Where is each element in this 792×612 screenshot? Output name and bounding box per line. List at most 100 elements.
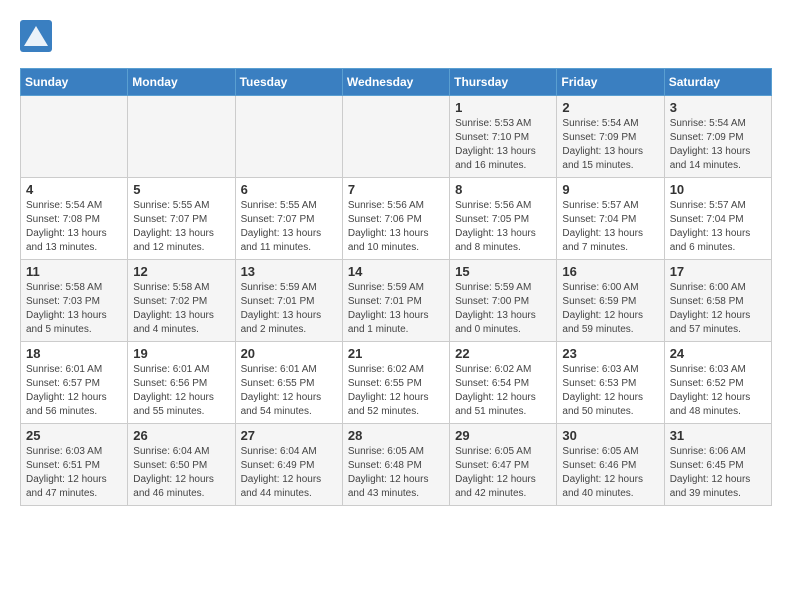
day-number: 18: [26, 346, 122, 361]
calendar-week-row: 25 Sunrise: 6:03 AM Sunset: 6:51 PM Dayli…: [21, 424, 772, 506]
calendar-cell: 27Sunrise: 6:04 AM Sunset: 6:49 PM Dayli…: [235, 424, 342, 506]
day-info: Sunrise: 6:06 AM Sunset: 6:45 PM Dayligh…: [670, 445, 766, 501]
day-info: Sunrise: 6:04 AM Sunset: 6:50 PM Dayligh…: [133, 445, 229, 501]
day-number: 16: [562, 264, 658, 279]
day-number: 3: [670, 100, 766, 115]
day-number: 22: [455, 346, 551, 361]
calendar-table: SundayMondayTuesdayWednesdayThursdayFrid…: [20, 68, 772, 506]
calendar-cell: 16Sunrise: 6:00 AM Sunset: 6:59 PM Dayli…: [557, 260, 664, 342]
day-number: 11: [26, 264, 122, 279]
column-header-wednesday: Wednesday: [342, 69, 449, 96]
day-number: 31: [670, 428, 766, 443]
day-number: 2: [562, 100, 658, 115]
day-number: 30: [562, 428, 658, 443]
column-header-tuesday: Tuesday: [235, 69, 342, 96]
day-number: 7: [348, 182, 444, 197]
calendar-header-row: SundayMondayTuesdayWednesdayThursdayFrid…: [21, 69, 772, 96]
day-number: 5: [133, 182, 229, 197]
calendar-cell: 14 Sunrise: 5:59 AM Sunset: 7:01 PM Dayli…: [342, 260, 449, 342]
calendar-cell: 21 Sunrise: 6:02 AM Sunset: 6:55 PM Dayli…: [342, 342, 449, 424]
day-info: Sunrise: 5:58 AM Sunset: 7:03 PM Dayligh…: [26, 281, 122, 337]
calendar-cell: [21, 96, 128, 178]
day-info: Sunrise: 5:56 AM Sunset: 7:05 PM Dayligh…: [455, 199, 551, 255]
day-number: 28: [348, 428, 444, 443]
calendar-cell: [128, 96, 235, 178]
day-info: Sunrise: 5:54 AM Sunset: 7:09 PM Dayligh…: [670, 117, 766, 173]
column-header-friday: Friday: [557, 69, 664, 96]
day-number: 21: [348, 346, 444, 361]
calendar-cell: 13Sunrise: 5:59 AM Sunset: 7:01 PM Dayli…: [235, 260, 342, 342]
calendar-cell: 5 Sunrise: 5:55 AM Sunset: 7:07 PM Daylig…: [128, 178, 235, 260]
calendar-cell: [342, 96, 449, 178]
day-number: 20: [241, 346, 337, 361]
day-info: Sunrise: 6:01 AM Sunset: 6:57 PM Dayligh…: [26, 363, 122, 419]
logo-icon: [20, 20, 52, 52]
day-info: Sunrise: 6:05 AM Sunset: 6:46 PM Dayligh…: [562, 445, 658, 501]
day-info: Sunrise: 5:54 AM Sunset: 7:08 PM Dayligh…: [26, 199, 122, 255]
day-number: 10: [670, 182, 766, 197]
calendar-cell: 8 Sunrise: 5:56 AM Sunset: 7:05 PM Daylig…: [450, 178, 557, 260]
calendar-cell: 29 Sunrise: 6:05 AM Sunset: 6:47 PM Dayli…: [450, 424, 557, 506]
calendar-cell: 26Sunrise: 6:04 AM Sunset: 6:50 PM Dayli…: [128, 424, 235, 506]
calendar-week-row: 4 Sunrise: 5:54 AM Sunset: 7:08 PM Daylig…: [21, 178, 772, 260]
day-info: Sunrise: 6:01 AM Sunset: 6:55 PM Dayligh…: [241, 363, 337, 419]
day-number: 29: [455, 428, 551, 443]
day-info: Sunrise: 5:58 AM Sunset: 7:02 PM Dayligh…: [133, 281, 229, 337]
calendar-cell: 12Sunrise: 5:58 AM Sunset: 7:02 PM Dayli…: [128, 260, 235, 342]
day-number: 4: [26, 182, 122, 197]
calendar-cell: 11 Sunrise: 5:58 AM Sunset: 7:03 PM Dayli…: [21, 260, 128, 342]
calendar-cell: 23 Sunrise: 6:03 AM Sunset: 6:53 PM Dayli…: [557, 342, 664, 424]
day-number: 8: [455, 182, 551, 197]
logo: [20, 20, 56, 52]
calendar-week-row: 1 Sunrise: 5:53 AM Sunset: 7:10 PM Daylig…: [21, 96, 772, 178]
calendar-cell: 9 Sunrise: 5:57 AM Sunset: 7:04 PM Daylig…: [557, 178, 664, 260]
day-info: Sunrise: 6:02 AM Sunset: 6:54 PM Dayligh…: [455, 363, 551, 419]
calendar-cell: 19Sunrise: 6:01 AM Sunset: 6:56 PM Dayli…: [128, 342, 235, 424]
day-info: Sunrise: 6:01 AM Sunset: 6:56 PM Dayligh…: [133, 363, 229, 419]
calendar-cell: [235, 96, 342, 178]
calendar-cell: 17Sunrise: 6:00 AM Sunset: 6:58 PM Dayli…: [664, 260, 771, 342]
day-number: 1: [455, 100, 551, 115]
day-info: Sunrise: 5:55 AM Sunset: 7:07 PM Dayligh…: [241, 199, 337, 255]
day-info: Sunrise: 6:03 AM Sunset: 6:52 PM Dayligh…: [670, 363, 766, 419]
day-info: Sunrise: 6:00 AM Sunset: 6:58 PM Dayligh…: [670, 281, 766, 337]
page-header: [20, 20, 772, 52]
calendar-cell: 7 Sunrise: 5:56 AM Sunset: 7:06 PM Daylig…: [342, 178, 449, 260]
day-info: Sunrise: 5:55 AM Sunset: 7:07 PM Dayligh…: [133, 199, 229, 255]
calendar-cell: 2 Sunrise: 5:54 AM Sunset: 7:09 PM Daylig…: [557, 96, 664, 178]
calendar-cell: 20 Sunrise: 6:01 AM Sunset: 6:55 PM Dayli…: [235, 342, 342, 424]
day-number: 24: [670, 346, 766, 361]
day-number: 9: [562, 182, 658, 197]
day-info: Sunrise: 5:59 AM Sunset: 7:01 PM Dayligh…: [241, 281, 337, 337]
calendar-cell: 4 Sunrise: 5:54 AM Sunset: 7:08 PM Daylig…: [21, 178, 128, 260]
day-info: Sunrise: 5:53 AM Sunset: 7:10 PM Dayligh…: [455, 117, 551, 173]
day-info: Sunrise: 6:03 AM Sunset: 6:51 PM Dayligh…: [26, 445, 122, 501]
day-info: Sunrise: 5:59 AM Sunset: 7:01 PM Dayligh…: [348, 281, 444, 337]
calendar-week-row: 11 Sunrise: 5:58 AM Sunset: 7:03 PM Dayli…: [21, 260, 772, 342]
calendar-cell: 30 Sunrise: 6:05 AM Sunset: 6:46 PM Dayli…: [557, 424, 664, 506]
calendar-cell: 22 Sunrise: 6:02 AM Sunset: 6:54 PM Dayli…: [450, 342, 557, 424]
calendar-cell: 6 Sunrise: 5:55 AM Sunset: 7:07 PM Daylig…: [235, 178, 342, 260]
calendar-cell: 10 Sunrise: 5:57 AM Sunset: 7:04 PM Dayli…: [664, 178, 771, 260]
day-info: Sunrise: 5:56 AM Sunset: 7:06 PM Dayligh…: [348, 199, 444, 255]
calendar-cell: 24 Sunrise: 6:03 AM Sunset: 6:52 PM Dayli…: [664, 342, 771, 424]
day-info: Sunrise: 5:54 AM Sunset: 7:09 PM Dayligh…: [562, 117, 658, 173]
day-number: 27: [241, 428, 337, 443]
day-number: 14: [348, 264, 444, 279]
column-header-monday: Monday: [128, 69, 235, 96]
day-info: Sunrise: 5:57 AM Sunset: 7:04 PM Dayligh…: [670, 199, 766, 255]
day-info: Sunrise: 6:05 AM Sunset: 6:48 PM Dayligh…: [348, 445, 444, 501]
column-header-saturday: Saturday: [664, 69, 771, 96]
day-number: 25: [26, 428, 122, 443]
calendar-cell: 3 Sunrise: 5:54 AM Sunset: 7:09 PM Daylig…: [664, 96, 771, 178]
calendar-week-row: 18 Sunrise: 6:01 AM Sunset: 6:57 PM Dayli…: [21, 342, 772, 424]
calendar-cell: 25 Sunrise: 6:03 AM Sunset: 6:51 PM Dayli…: [21, 424, 128, 506]
day-number: 23: [562, 346, 658, 361]
day-info: Sunrise: 6:02 AM Sunset: 6:55 PM Dayligh…: [348, 363, 444, 419]
day-info: Sunrise: 5:57 AM Sunset: 7:04 PM Dayligh…: [562, 199, 658, 255]
day-info: Sunrise: 6:03 AM Sunset: 6:53 PM Dayligh…: [562, 363, 658, 419]
calendar-cell: 15Sunrise: 5:59 AM Sunset: 7:00 PM Dayli…: [450, 260, 557, 342]
column-header-thursday: Thursday: [450, 69, 557, 96]
day-number: 6: [241, 182, 337, 197]
day-info: Sunrise: 6:05 AM Sunset: 6:47 PM Dayligh…: [455, 445, 551, 501]
